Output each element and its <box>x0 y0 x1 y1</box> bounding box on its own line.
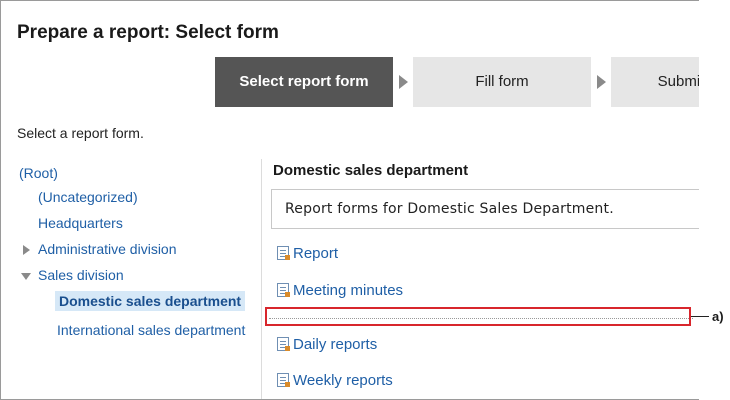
tree-item-domestic-sales-department[interactable]: Domestic sales department <box>55 291 246 311</box>
pane-divider <box>261 159 262 399</box>
report-form-icon <box>277 246 290 260</box>
annotation-label: a) <box>712 309 724 324</box>
step-arrow-icon <box>399 75 408 89</box>
tree-item-sales-division[interactable]: Sales division <box>38 267 124 283</box>
collapse-down-icon[interactable] <box>21 273 31 280</box>
form-link-label: Daily reports <box>293 336 378 353</box>
form-link-label: Meeting minutes <box>293 282 404 299</box>
category-description-box: Report forms for Domestic Sales Departme… <box>271 189 699 229</box>
instruction-text: Select a report form. <box>17 125 144 141</box>
tree-item-headquarters[interactable]: Headquarters <box>38 215 123 231</box>
tree-item-uncategorized[interactable]: (Uncategorized) <box>38 189 138 205</box>
window-frame: Prepare a report: Select form Select rep… <box>0 0 699 400</box>
report-form-icon <box>277 283 290 297</box>
form-link-report[interactable]: Report <box>277 245 338 262</box>
category-description: Report forms for Domestic Sales Departme… <box>285 201 614 217</box>
tree-item-international-sales-department[interactable]: International sales department <box>57 322 245 338</box>
annotation-callout-line <box>691 316 709 317</box>
step-select-report-form: Select report form <box>215 57 393 107</box>
report-form-icon <box>277 337 290 351</box>
form-link-label: Report <box>293 245 339 262</box>
report-form-icon <box>277 373 290 387</box>
form-link-daily-reports[interactable]: Daily reports <box>277 336 377 353</box>
form-link-weekly-reports[interactable]: Weekly reports <box>277 372 393 389</box>
tree-item-administrative-division[interactable]: Administrative division <box>38 241 177 257</box>
step-indicator: Select report form Fill form Submit <box>215 57 699 107</box>
form-link-label: Weekly reports <box>293 372 393 389</box>
form-link-meeting-minutes[interactable]: Meeting minutes <box>277 282 403 299</box>
annotation-highlight-box <box>265 307 691 326</box>
tree-item-root[interactable]: (Root) <box>19 165 58 181</box>
step-arrow-icon <box>597 75 606 89</box>
step-submit: Submit <box>611 57 699 107</box>
step-fill-form: Fill form <box>413 57 591 107</box>
page-title: Prepare a report: Select form <box>17 22 279 43</box>
category-title: Domestic sales department <box>273 162 469 179</box>
expand-right-icon[interactable] <box>23 245 30 255</box>
